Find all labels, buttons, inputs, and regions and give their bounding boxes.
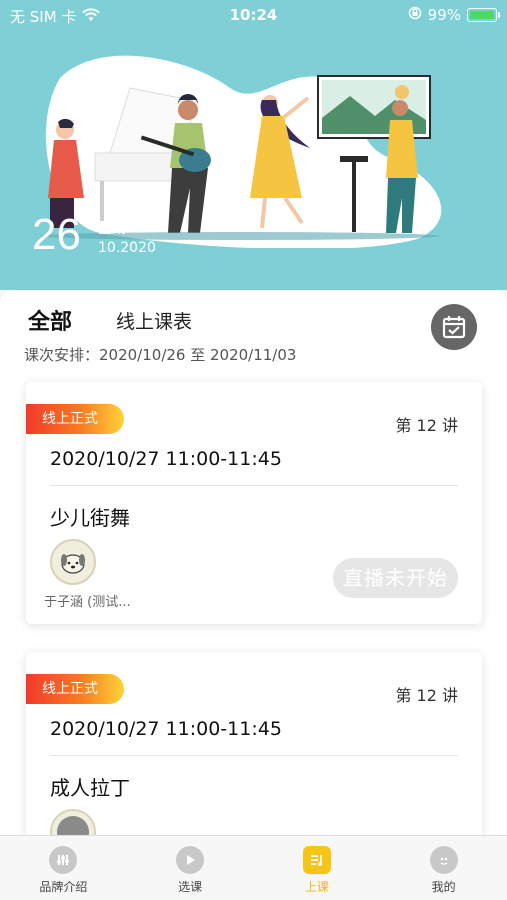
course-card[interactable]: 线上正式 第 12 讲 2020/10/27 11:00-11:45 成人拉丁 [26,652,482,835]
profile-icon [429,846,458,874]
course-type-badge: 线上正式 [26,404,124,434]
dog-avatar-icon [61,554,85,574]
teacher-avatar [50,539,96,585]
tab-brand-label: 品牌介绍 [39,880,88,894]
teacher-avatar [50,809,96,835]
card-divider [50,485,458,486]
teacher-name: 于子涵 (测试... [44,595,131,610]
filter-tabs: 全部 线上课表 [21,304,192,336]
tab-all[interactable]: 全部 [21,304,83,336]
brand-icon [49,846,78,874]
battery-fill [470,11,494,19]
date-month-year: 10.2020 [98,240,156,256]
orientation-lock-icon [408,6,422,24]
header-banner: 无 SIM 卡 10:24 99% 26 星期一 10.2020 [0,0,507,290]
tab-all-label: 全部 [28,310,73,335]
schedule-range: 课次安排：2020/10/26 至 2020/11/03 [24,346,297,364]
course-title: 少儿街舞 [50,506,130,530]
tab-brand[interactable]: 品牌介绍 [0,836,127,900]
status-right: 99% [408,6,500,24]
tab-class[interactable]: 上课 [254,836,381,900]
live-status-button[interactable]: 直播未开始 [333,558,458,598]
status-bar: 无 SIM 卡 10:24 99% [0,0,507,30]
date-weekday: 星期一 [98,221,140,237]
lesson-number: 第 12 讲 [395,686,458,705]
tab-online-schedule[interactable]: 线上课表 [116,307,192,336]
tab-class-label: 上课 [304,880,329,894]
course-type-badge: 线上正式 [26,674,124,704]
card-divider [50,755,458,756]
calendar-check-icon [442,316,466,339]
tab-profile[interactable]: 我的 [380,836,507,900]
course-title: 成人拉丁 [50,776,130,800]
tab-profile-label: 我的 [431,880,456,894]
class-icon [302,846,331,874]
battery-icon [467,8,500,22]
avatar-placeholder-icon [57,816,89,835]
bottom-tab-bar: 品牌介绍 选课 上课 我的 [0,835,507,900]
battery-percent: 99% [427,6,461,24]
date-day: 26 [32,210,81,259]
calendar-button[interactable] [431,304,477,350]
play-icon [176,846,205,874]
course-list-panel: 全部 线上课表 课次安排：2020/10/26 至 2020/11/03 线上正… [0,290,507,835]
lesson-number: 第 12 讲 [395,416,458,435]
tab-select-course[interactable]: 选课 [127,836,254,900]
course-time: 2020/10/27 11:00-11:45 [50,718,282,740]
course-card[interactable]: 线上正式 第 12 讲 2020/10/27 11:00-11:45 少儿街舞 … [26,382,482,624]
tab-select-course-label: 选课 [178,880,203,894]
course-time: 2020/10/27 11:00-11:45 [50,448,282,470]
